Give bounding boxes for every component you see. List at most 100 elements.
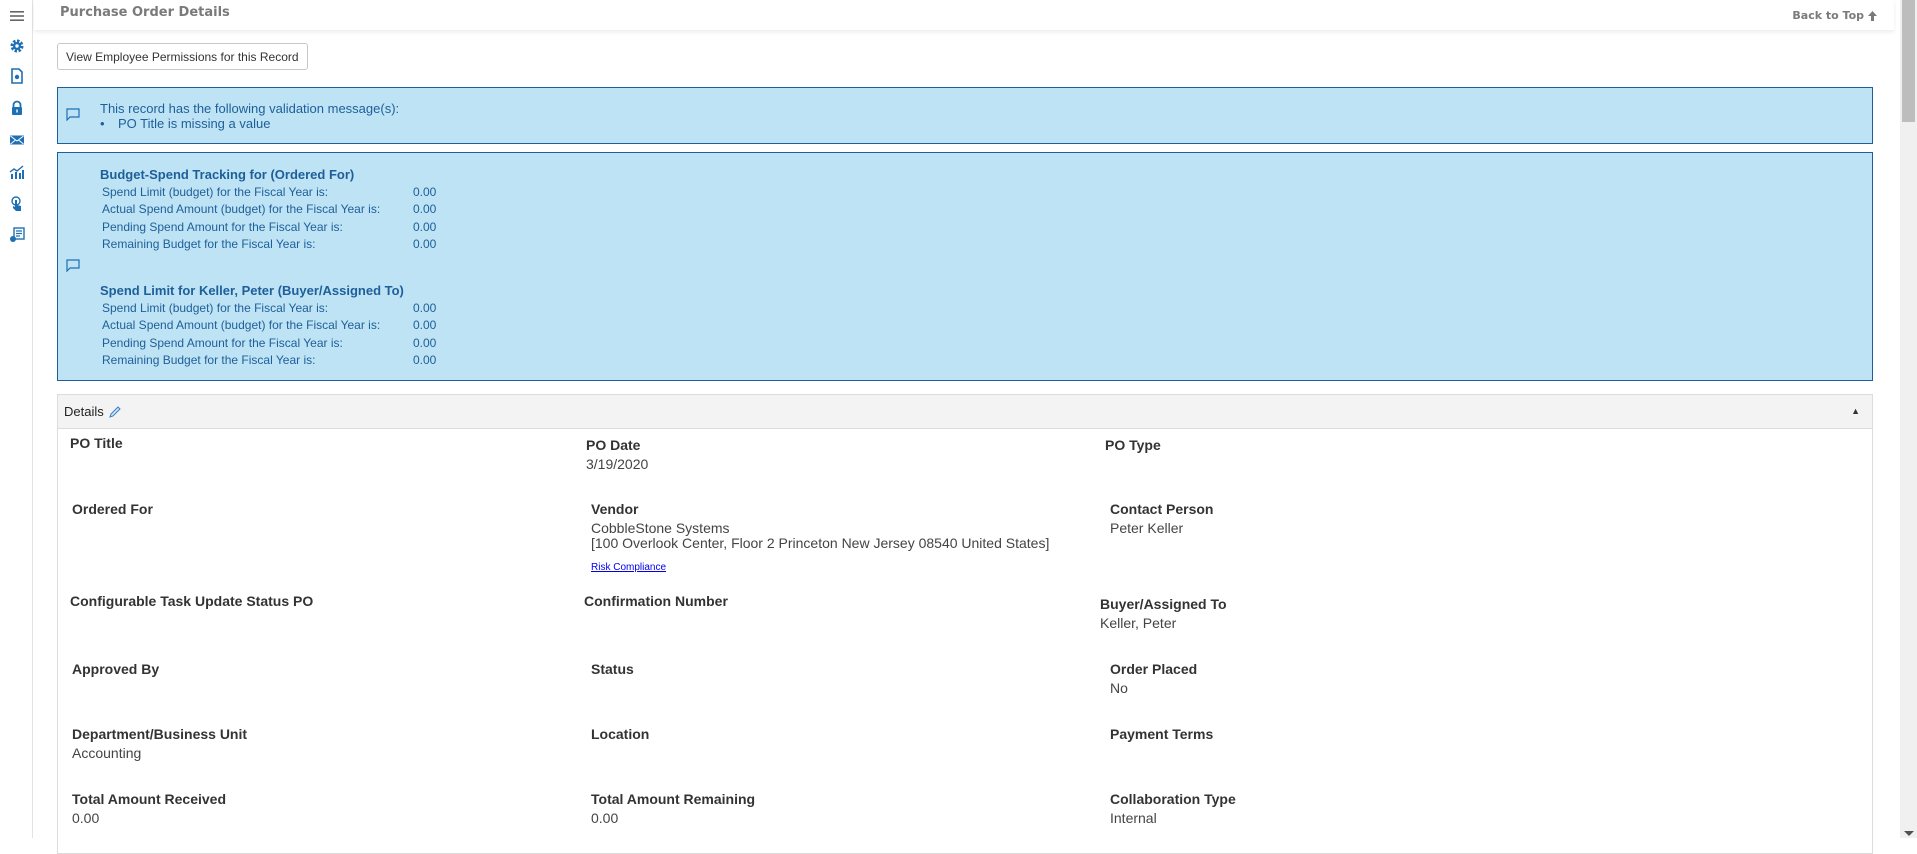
report-icon[interactable] [8, 226, 26, 244]
page-scrollbar[interactable] [1900, 0, 1917, 838]
field-task-status: Configurable Task Update Status PO [70, 593, 313, 609]
budget-tracking-box: Budget-Spend Tracking for (Ordered For) … [57, 152, 1873, 381]
budget-row-value: 0.00 [413, 202, 437, 216]
field-ordered-for: Ordered For [72, 501, 153, 517]
budget-group-title: Budget-Spend Tracking for (Ordered For) [100, 167, 355, 182]
back-to-top-label: Back to Top [1792, 9, 1864, 22]
details-panel: Details ▲ PO Title PO Date 3/19/2020 PO … [57, 394, 1873, 854]
chart-icon[interactable] [8, 163, 26, 181]
budget-row-label: Spend Limit (budget) for the Fiscal Year… [102, 184, 329, 199]
vendor-address: [100 Overlook Center, Floor 2 Princeton … [591, 535, 1050, 551]
budget-row-label: Remaining Budget for the Fiscal Year is: [102, 237, 316, 251]
budget-group-title: Spend Limit for Keller, Peter (Buyer/Ass… [100, 283, 404, 298]
touch-icon[interactable] [8, 195, 26, 213]
field-label: Total Amount Received [72, 791, 227, 807]
field-label: PO Title [70, 435, 123, 451]
comment-icon [66, 259, 80, 272]
budget-group-ordered-for: Budget-Spend Tracking for (Ordered For) … [100, 166, 436, 254]
budget-row: Spend Limit (budget) for the Fiscal Year… [100, 300, 436, 318]
field-value: Internal [1110, 810, 1157, 826]
budget-row-value: 0.00 [413, 335, 437, 350]
budget-group-buyer: Spend Limit for Keller, Peter (Buyer/Ass… [100, 282, 436, 370]
budget-row: Remaining Budget for the Fiscal Year is:… [100, 352, 436, 370]
field-label: PO Date [586, 437, 641, 453]
budget-row: Remaining Budget for the Fiscal Year is:… [100, 236, 436, 254]
budget-row: Pending Spend Amount for the Fiscal Year… [100, 219, 436, 237]
field-approved-by: Approved By [72, 661, 159, 677]
field-status: Status [591, 661, 634, 677]
page-header: Purchase Order Details Back to Top [34, 0, 1894, 30]
budget-row-label: Pending Spend Amount for the Fiscal Year… [102, 335, 343, 350]
field-value: 0.00 [591, 810, 619, 826]
budget-row-label: Pending Spend Amount for the Fiscal Year… [102, 219, 343, 234]
budget-row-value: 0.00 [413, 184, 437, 199]
field-total-remaining: Total Amount Remaining 0.00 [591, 791, 755, 826]
field-label: Approved By [72, 661, 160, 677]
budget-row-label: Spend Limit (budget) for the Fiscal Year… [102, 300, 329, 315]
mail-icon[interactable] [8, 131, 26, 149]
risk-compliance-link[interactable]: Risk Compliance [591, 562, 666, 573]
field-department: Department/Business Unit Accounting [72, 726, 247, 761]
field-order-placed: Order Placed No [1110, 661, 1197, 696]
field-label: Ordered For [72, 501, 153, 517]
field-label: Order Placed [1110, 661, 1198, 677]
field-label: Location [591, 726, 650, 742]
validation-message-box: This record has the following validation… [57, 87, 1873, 144]
field-total-received: Total Amount Received 0.00 [72, 791, 226, 826]
back-to-top-link[interactable]: Back to Top [1792, 9, 1878, 22]
field-value: 3/19/2020 [586, 456, 649, 472]
document-settings-icon[interactable] [8, 67, 26, 85]
validation-item: PO Title is missing a value [100, 116, 399, 131]
field-buyer: Buyer/Assigned To Keller, Peter [1100, 596, 1227, 631]
lock-icon[interactable] [8, 99, 26, 117]
sidebar [0, 0, 33, 838]
budget-row: Spend Limit (budget) for the Fiscal Year… [100, 184, 436, 202]
budget-row: Actual Spend Amount (budget) for the Fis… [100, 317, 436, 335]
field-vendor: Vendor CobbleStone Systems [100 Overlook… [591, 501, 1049, 575]
budget-row-label: Actual Spend Amount (budget) for the Fis… [102, 202, 381, 216]
budget-row: Pending Spend Amount for the Fiscal Year… [100, 335, 436, 353]
view-employee-permissions-button[interactable]: View Employee Permissions for this Recor… [57, 43, 308, 70]
collapse-icon[interactable]: ▲ [1851, 406, 1860, 416]
budget-row-label: Actual Spend Amount (budget) for the Fis… [102, 318, 381, 332]
field-value: 0.00 [72, 810, 100, 826]
field-location: Location [591, 726, 649, 742]
menu-icon[interactable] [8, 7, 26, 25]
details-header[interactable]: Details ▲ [58, 395, 1872, 429]
scroll-down-arrow-icon[interactable] [1904, 831, 1914, 836]
field-value: Keller, Peter [1100, 615, 1177, 631]
field-label: Department/Business Unit [72, 726, 248, 742]
validation-heading: This record has the following validation… [100, 101, 400, 116]
field-label: Status [591, 661, 634, 677]
gear-icon[interactable] [8, 37, 26, 55]
page-title: Purchase Order Details [60, 5, 230, 20]
field-contact-person: Contact Person Peter Keller [1110, 501, 1213, 536]
field-value: Peter Keller [1110, 520, 1184, 536]
pencil-edit-icon[interactable] [108, 405, 122, 419]
arrow-up-icon [1868, 10, 1877, 21]
field-label: PO Type [1105, 437, 1161, 453]
field-po-title: PO Title [70, 435, 123, 451]
field-label: Total Amount Remaining [591, 791, 756, 807]
budget-row-value: 0.00 [413, 219, 437, 234]
field-confirmation-number: Confirmation Number [584, 593, 728, 609]
scrollbar-thumb[interactable] [1902, 0, 1915, 122]
budget-row: Actual Spend Amount (budget) for the Fis… [100, 201, 436, 219]
field-po-type: PO Type [1105, 437, 1161, 453]
field-value: Accounting [72, 745, 142, 761]
validation-list: PO Title is missing a value [100, 116, 399, 131]
field-label: Contact Person [1110, 501, 1214, 517]
field-label: Configurable Task Update Status PO [70, 593, 314, 609]
field-label: Payment Terms [1110, 726, 1214, 742]
field-label: Buyer/Assigned To [1100, 596, 1227, 612]
field-label: Collaboration Type [1110, 791, 1236, 807]
budget-row-value: 0.00 [413, 300, 437, 315]
field-label: Confirmation Number [584, 593, 728, 609]
field-payment-terms: Payment Terms [1110, 726, 1213, 742]
field-collaboration-type: Collaboration Type Internal [1110, 791, 1236, 826]
budget-row-value: 0.00 [413, 353, 437, 367]
field-label: Vendor [591, 501, 639, 517]
comment-icon [66, 108, 80, 121]
details-title: Details [64, 404, 104, 419]
field-po-date: PO Date 3/19/2020 [586, 437, 648, 472]
